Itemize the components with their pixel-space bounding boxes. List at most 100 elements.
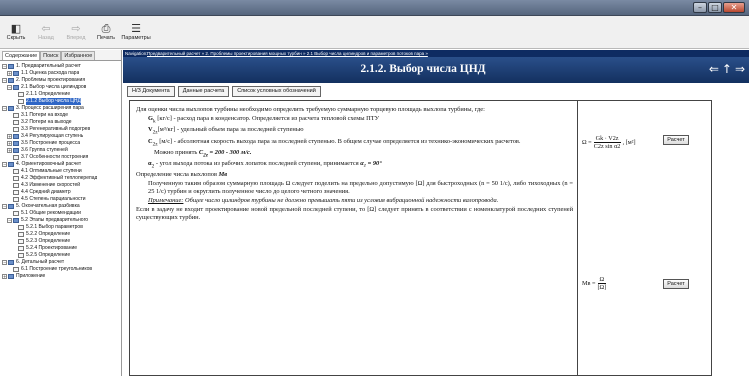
- tree-item[interactable]: +3.5 Построение процесса: [2, 140, 121, 147]
- tab-search[interactable]: Поиск: [40, 51, 62, 60]
- calculate-exhausts-button[interactable]: Расчет: [663, 279, 689, 289]
- tree-item[interactable]: − 1. Предварительный расчет: [2, 63, 121, 70]
- calculation-data-button[interactable]: Данные расчета: [177, 86, 230, 97]
- tree-item[interactable]: − 3. Процесс расширения пара: [2, 105, 121, 112]
- tree-item[interactable]: 2.1.1 Определение: [2, 91, 121, 98]
- tree-item[interactable]: 3.3 Регенеративный подогрев: [2, 126, 121, 133]
- collapse-icon[interactable]: −: [7, 218, 12, 223]
- calculate-area-button[interactable]: Расчет: [663, 135, 689, 145]
- expand-icon[interactable]: +: [7, 71, 12, 76]
- page-icon: [13, 183, 19, 188]
- definition-c2z: C2z [м/с] - абсолютная скорость выхода п…: [136, 138, 573, 148]
- tree-item[interactable]: 5.2.5 Определение: [2, 252, 121, 259]
- tree-item[interactable]: − 4. Ориентировочный расчет: [2, 161, 121, 168]
- tree-item[interactable]: − 5.2 Этапы предварительного: [2, 217, 121, 224]
- close-button[interactable]: ✕: [723, 2, 745, 13]
- forward-button[interactable]: ⇨ Вперед: [64, 16, 88, 47]
- tree-item[interactable]: 4.3 Изменение скоростей: [2, 182, 121, 189]
- page-icon: [13, 211, 19, 216]
- page-icon: [18, 225, 24, 230]
- formula-area: Ω = Gk · V2z C2z sin α2 , [м²]: [582, 135, 636, 150]
- tree-item[interactable]: 4.4 Средний диаметр: [2, 189, 121, 196]
- tree-item-label: 5.2.4 Проектирование: [26, 245, 78, 251]
- book-icon: [8, 64, 14, 69]
- print-button[interactable]: ⎙ Печать: [94, 16, 118, 47]
- tree-item-label: 5.2.1 Выбор параметров: [26, 224, 83, 230]
- tree-item[interactable]: − 5. Окончательная разбивка: [2, 203, 121, 210]
- tree-item[interactable]: 4.1 Оптимальные ступени: [2, 168, 121, 175]
- collapse-icon[interactable]: −: [2, 162, 7, 167]
- options-button[interactable]: ☰ Параметры: [121, 16, 151, 47]
- note: Примечание: Общее число цилиндров турбин…: [136, 197, 573, 205]
- up-topic-icon[interactable]: ↑: [722, 62, 732, 76]
- tree-item[interactable]: 5.2.4 Проектирование: [2, 245, 121, 252]
- tree-item[interactable]: 5.2.3 Определение: [2, 238, 121, 245]
- next-topic-icon[interactable]: ⇒: [735, 62, 745, 76]
- breadcrumb[interactable]: Предварительный расчет » 2. Проблемы про…: [147, 50, 428, 57]
- book-icon: [13, 134, 19, 139]
- tree-item[interactable]: 4.5 Степень парциальности: [2, 196, 121, 203]
- tree-item[interactable]: 3.1 Потери на входе: [2, 112, 121, 119]
- tree-item[interactable]: +1.1 Оценка расхода пара: [2, 70, 121, 77]
- page-icon: [18, 232, 24, 237]
- topic-navigation: ⇐ ↑ ⇒: [709, 62, 745, 76]
- tree-item[interactable]: 2.1.2 Выбор числа ЦНД: [2, 98, 121, 105]
- tree-item[interactable]: 5.2.2 Определение: [2, 231, 121, 238]
- topic-header: 2.1.2. Выбор числа ЦНД ⇐ ↑ ⇒: [123, 57, 749, 83]
- book-icon: [13, 148, 19, 153]
- definition-v2z: V2z[м³/кг] - удельный объем пара за посл…: [136, 126, 573, 136]
- formula-area-denominator: C2z sin α2: [593, 143, 621, 150]
- collapse-icon[interactable]: −: [2, 260, 7, 265]
- tree-item-label: 1. Предварительный расчет: [16, 63, 81, 69]
- document-button[interactable]: Н/З Документа: [127, 86, 175, 97]
- tree-item-label: 5.2.2 Определение: [26, 231, 71, 237]
- tree-item[interactable]: 3.2 Потери на выходе: [2, 119, 121, 126]
- tree-item[interactable]: 3.7 Особенности построения: [2, 154, 121, 161]
- tree-item[interactable]: − 2. Проблемы проектирования: [2, 77, 121, 84]
- back-button-label: Назад: [38, 34, 54, 41]
- forward-arrow-icon: ⇨: [71, 21, 81, 35]
- tree-item[interactable]: − 2.1 Выбор числа цилиндров: [2, 84, 121, 91]
- section-number-of-exhausts: Определение числа выхлопов Mв: [136, 171, 573, 179]
- tree-item-label: 6. Детальный расчет: [16, 259, 65, 265]
- notation-list-button[interactable]: Список условных обозначений: [232, 86, 321, 97]
- contents-tree: −1. Предварительный расчет +1.1 Оценка ра…: [0, 61, 121, 280]
- page-icon: [18, 239, 24, 244]
- expand-icon[interactable]: +: [7, 148, 12, 153]
- tree-item[interactable]: + Приложение: [2, 273, 121, 280]
- collapse-icon[interactable]: −: [2, 64, 7, 69]
- maximize-button[interactable]: □: [708, 2, 722, 13]
- options-button-label: Параметры: [121, 34, 151, 41]
- tab-favorites[interactable]: Избранное: [61, 51, 96, 60]
- tree-item[interactable]: − 6. Детальный расчет: [2, 259, 121, 266]
- back-button[interactable]: ⇦ Назад: [34, 16, 58, 47]
- expand-icon[interactable]: +: [2, 274, 7, 279]
- minimize-button[interactable]: –: [693, 2, 707, 13]
- page-icon: [13, 267, 19, 272]
- content-tabs: Н/З Документа Данные расчета Список усло…: [127, 86, 321, 97]
- tree-item[interactable]: 5.1 Общие рекомендации: [2, 210, 121, 217]
- book-icon: [8, 162, 14, 167]
- back-arrow-icon: ⇦: [41, 21, 51, 35]
- tree-item[interactable]: 6.1 Построение треугольников: [2, 266, 121, 273]
- tree-item[interactable]: +3.4 Регулирующая ступень: [2, 133, 121, 140]
- tree-item-label: 1.1 Оценка расхода пара: [21, 70, 80, 76]
- hide-button[interactable]: ◧ Скрыть: [4, 16, 28, 47]
- tree-item[interactable]: +3.6 Группа ступеней: [2, 147, 121, 154]
- collapse-icon[interactable]: −: [7, 85, 12, 90]
- expand-icon[interactable]: +: [7, 141, 12, 146]
- formula-column: Ω = Gk · V2z C2z sin α2 , [м²] Расчет Mв…: [577, 101, 713, 376]
- collapse-icon[interactable]: −: [2, 78, 7, 83]
- tab-contents[interactable]: Содержание: [2, 51, 41, 60]
- tree-item[interactable]: 4.2 Эффективный теплоперепад: [2, 175, 121, 182]
- formula-exhausts-denominator: [Ω]: [597, 284, 607, 291]
- collapse-icon[interactable]: −: [2, 204, 7, 209]
- expand-icon[interactable]: +: [7, 134, 12, 139]
- collapse-icon[interactable]: −: [2, 106, 7, 111]
- hide-button-label: Скрыть: [6, 34, 26, 41]
- tree-item[interactable]: 5.2.1 Выбор параметров: [2, 224, 121, 231]
- previous-topic-icon[interactable]: ⇐: [709, 62, 719, 76]
